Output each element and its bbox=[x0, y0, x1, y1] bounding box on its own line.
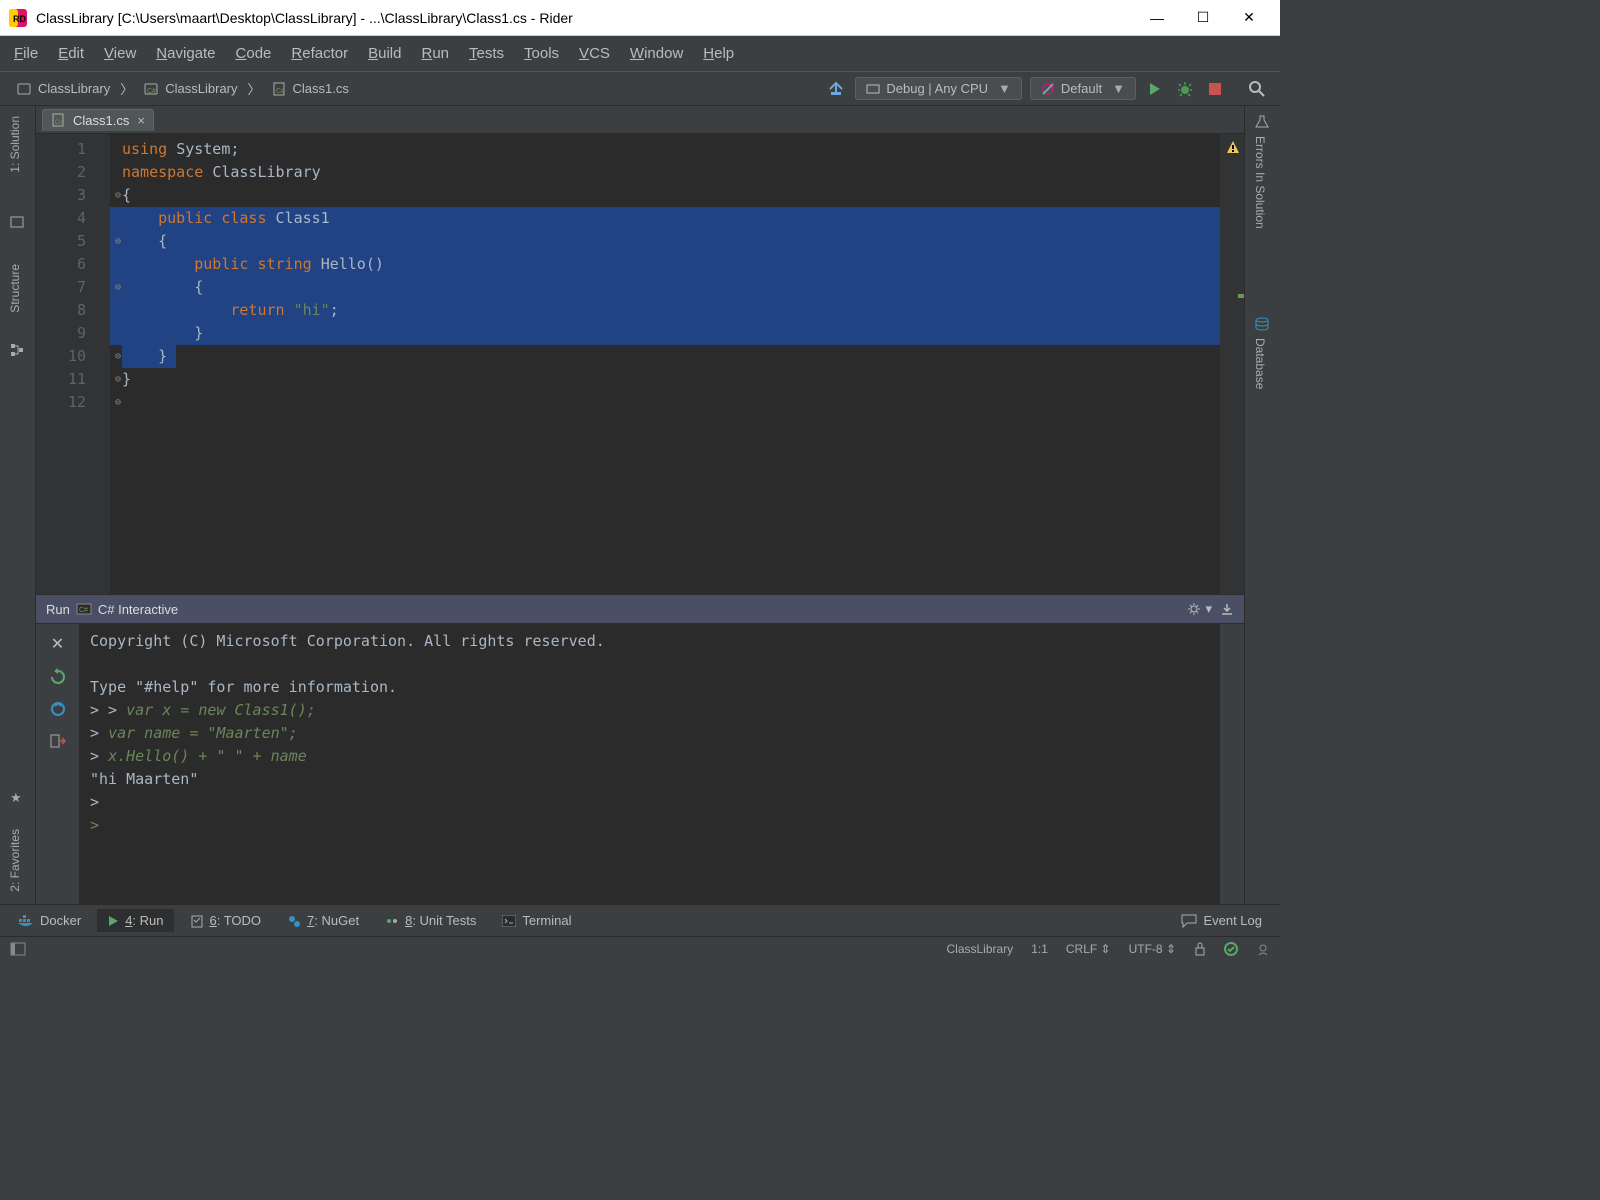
status-context[interactable]: ClassLibrary bbox=[947, 942, 1014, 956]
left-tool-rail: 1: Solution Structure 2: Favorites ★ bbox=[0, 106, 36, 904]
reset-icon[interactable] bbox=[49, 700, 67, 718]
solution-icon bbox=[9, 214, 25, 230]
gear-icon[interactable] bbox=[1187, 602, 1201, 616]
close-button[interactable]: ✕ bbox=[1226, 0, 1272, 36]
status-encoding[interactable]: UTF-8 ⇕ bbox=[1129, 942, 1176, 956]
run-side-toolbar: ✕ bbox=[36, 624, 80, 904]
tool-structure[interactable]: Structure bbox=[8, 264, 22, 313]
flask-icon bbox=[1254, 114, 1270, 130]
menu-file[interactable]: File bbox=[6, 41, 46, 66]
crumb-file[interactable]: C# Class1.cs bbox=[265, 79, 355, 99]
dropdown-icon[interactable]: ▾ bbox=[1205, 601, 1212, 617]
star-icon: ★ bbox=[10, 790, 22, 806]
maximize-button[interactable]: ☐ bbox=[1180, 0, 1226, 36]
menu-build[interactable]: Build bbox=[360, 41, 409, 66]
toolstrip-unittests[interactable]: 8: Unit Tests bbox=[375, 909, 486, 932]
close-icon[interactable]: ✕ bbox=[51, 634, 64, 654]
menu-view[interactable]: View bbox=[96, 41, 144, 66]
toolstrip-nuget[interactable]: 7: NuGet bbox=[277, 909, 369, 932]
hector-icon[interactable] bbox=[1256, 942, 1270, 956]
speech-icon bbox=[1181, 914, 1197, 928]
run-config-dropdown[interactable]: Default ▼ bbox=[1030, 77, 1136, 100]
docker-icon bbox=[18, 914, 34, 928]
stop-icon[interactable] bbox=[1204, 78, 1226, 100]
run-icon bbox=[107, 915, 119, 927]
nuget-icon bbox=[287, 914, 301, 928]
toolstrip-docker[interactable]: Docker bbox=[8, 909, 91, 932]
tool-database[interactable]: Database bbox=[1253, 338, 1267, 389]
todo-icon bbox=[190, 914, 204, 928]
database-icon bbox=[1254, 316, 1270, 332]
run-icon[interactable] bbox=[1144, 78, 1166, 100]
editor-tabs: C# Class1.cs × bbox=[36, 106, 1244, 134]
menu-code[interactable]: Code bbox=[228, 41, 280, 66]
build-config-dropdown[interactable]: Debug | Any CPU ▼ bbox=[855, 77, 1022, 100]
exit-icon[interactable] bbox=[49, 732, 67, 750]
line-gutter: 123456789101112 bbox=[36, 134, 110, 594]
tool-favorites[interactable]: 2: Favorites bbox=[8, 829, 22, 892]
toolstrip-todo[interactable]: 6: TODO bbox=[180, 909, 272, 932]
debug-icon[interactable] bbox=[1174, 78, 1196, 100]
menu-help[interactable]: Help bbox=[695, 41, 742, 66]
run-output[interactable]: Copyright (C) Microsoft Corporation. All… bbox=[80, 624, 1220, 904]
download-icon[interactable] bbox=[1220, 602, 1234, 616]
svg-text:C#: C# bbox=[55, 120, 63, 126]
menu-refactor[interactable]: Refactor bbox=[283, 41, 356, 66]
breadcrumb: ClassLibrary 〉 C# ClassLibrary 〉 C# Clas… bbox=[0, 79, 355, 99]
window-titlebar: RD ClassLibrary [C:\Users\maart\Desktop\… bbox=[0, 0, 1280, 36]
menu-tests[interactable]: Tests bbox=[461, 41, 512, 66]
menu-bar: FileEditViewNavigateCodeRefactorBuildRun… bbox=[0, 36, 1280, 72]
build-icon[interactable] bbox=[825, 78, 847, 100]
lock-icon[interactable] bbox=[1194, 942, 1206, 956]
toolstrip-terminal[interactable]: Terminal bbox=[492, 909, 581, 932]
warning-icon[interactable] bbox=[1226, 140, 1240, 154]
menu-vcs[interactable]: VCS bbox=[571, 41, 618, 66]
menu-navigate[interactable]: Navigate bbox=[148, 41, 223, 66]
app-icon: RD bbox=[8, 8, 28, 28]
bottom-tool-strip: Docker 4: Run 6: TODO7: NuGet 8: Unit Tests… bbox=[0, 904, 1280, 936]
inspector-icon[interactable] bbox=[1224, 942, 1238, 956]
menu-edit[interactable]: Edit bbox=[50, 41, 92, 66]
tests-icon bbox=[385, 914, 399, 928]
main-toolbar: ClassLibrary 〉 C# ClassLibrary 〉 C# Clas… bbox=[0, 72, 1280, 106]
tool-solution[interactable]: 1: Solution bbox=[8, 116, 22, 173]
svg-text:C#: C# bbox=[147, 88, 156, 95]
svg-text:C#: C# bbox=[276, 88, 285, 95]
minimize-button[interactable]: — bbox=[1134, 0, 1180, 36]
right-tool-rail: Errors In Solution Database bbox=[1244, 106, 1280, 904]
crumb-solution[interactable]: ClassLibrary bbox=[10, 79, 116, 99]
toolwindows-icon[interactable] bbox=[10, 941, 26, 957]
run-panel-title[interactable]: C# Interactive bbox=[98, 602, 178, 617]
code-editor[interactable]: 123456789101112 ⊖⊖⊖⊖⊖⊖ using System;name… bbox=[36, 134, 1244, 594]
search-icon[interactable] bbox=[1246, 78, 1268, 100]
structure-icon bbox=[9, 342, 25, 358]
marker-bar bbox=[1220, 134, 1244, 594]
run-tab-icon: C# bbox=[76, 601, 92, 617]
status-eol[interactable]: CRLF ⇕ bbox=[1066, 942, 1111, 956]
status-bar: ClassLibrary 1:1 CRLF ⇕ UTF-8 ⇕ bbox=[0, 936, 1280, 960]
crumb-project[interactable]: C# ClassLibrary bbox=[137, 79, 243, 99]
menu-run[interactable]: Run bbox=[413, 41, 457, 66]
menu-window[interactable]: Window bbox=[622, 41, 691, 66]
event-log[interactable]: Event Log bbox=[1171, 909, 1272, 932]
svg-text:C#: C# bbox=[79, 607, 88, 614]
tool-errors[interactable]: Errors In Solution bbox=[1253, 136, 1267, 229]
svg-text:RD: RD bbox=[13, 14, 26, 24]
rerun-icon[interactable] bbox=[49, 668, 67, 686]
menu-tools[interactable]: Tools bbox=[516, 41, 567, 66]
editor-tab[interactable]: C# Class1.cs × bbox=[42, 109, 154, 131]
status-caret[interactable]: 1:1 bbox=[1031, 942, 1048, 956]
terminal-icon bbox=[502, 915, 516, 927]
toolstrip-run[interactable]: 4: Run bbox=[97, 909, 173, 932]
close-tab-icon[interactable]: × bbox=[137, 113, 145, 128]
run-panel-header: Run C# C# Interactive ▾ bbox=[36, 594, 1244, 624]
window-title: ClassLibrary [C:\Users\maart\Desktop\Cla… bbox=[36, 10, 1134, 26]
run-title: Run bbox=[46, 602, 70, 617]
